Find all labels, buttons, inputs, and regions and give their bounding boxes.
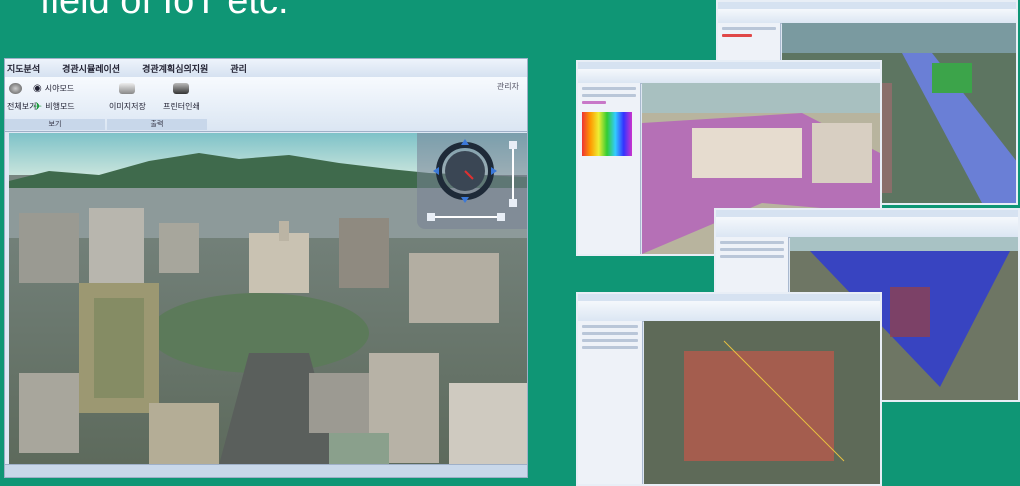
eye-icon: ◉ — [33, 83, 42, 94]
navigation-control[interactable] — [417, 133, 527, 229]
pan-right-icon[interactable] — [491, 167, 497, 175]
zoom-in-icon[interactable] — [509, 141, 517, 149]
3d-map-viewport[interactable] — [9, 133, 527, 465]
tilt-right-icon[interactable] — [497, 213, 505, 221]
group-view-label: 보기 — [5, 119, 105, 130]
sight-mode-button[interactable]: ◉ 시야모드 — [33, 83, 74, 94]
save-image-button[interactable]: 이미지저장 — [109, 83, 146, 112]
print-label: 프린터인쇄 — [163, 102, 200, 111]
save-image-label: 이미지저장 — [109, 102, 146, 111]
gis-main-window: 지도분석 경관시뮬레이션 경관계획심의지원 관리 관리자 전체보기 ◉ 시야모드… — [4, 58, 528, 478]
menu-admin[interactable]: 관리 — [230, 62, 247, 75]
user-label: 관리자 — [496, 82, 519, 91]
sight-mode-label: 시야모드 — [44, 84, 75, 93]
menu-map-analysis[interactable]: 지도분석 — [7, 62, 40, 75]
ribbon-toolbar: 관리자 전체보기 ◉ 시야모드 ✈ 비행모드 이미지저장 프린터인쇄 보기 출력 — [5, 77, 527, 132]
menu-bar: 지도분석 경관시뮬레이션 경관계획심의지원 관리 — [5, 59, 527, 77]
flight-mode-button[interactable]: ✈ 비행모드 — [33, 100, 75, 113]
zoom-out-icon[interactable] — [509, 199, 517, 207]
status-bar — [5, 464, 527, 477]
slide-heading: field of IoT etc. — [40, 0, 289, 22]
plane-icon: ✈ — [33, 100, 43, 113]
color-palette[interactable] — [582, 112, 632, 156]
pan-left-icon[interactable] — [433, 167, 439, 175]
group-output-label: 출력 — [107, 119, 207, 130]
save-image-icon — [119, 83, 136, 94]
pan-down-icon[interactable] — [461, 197, 469, 203]
globe-icon[interactable] — [9, 83, 22, 94]
screenshot-building-height-analysis — [576, 292, 882, 486]
menu-landscape-plan-review[interactable]: 경관계획심의지원 — [142, 62, 208, 75]
tilt-left-icon[interactable] — [427, 213, 435, 221]
printer-icon — [173, 83, 190, 94]
flight-mode-label: 비행모드 — [45, 102, 75, 111]
print-button[interactable]: 프린터인쇄 — [163, 83, 200, 112]
menu-landscape-simulation[interactable]: 경관시뮬레이션 — [62, 62, 120, 75]
pan-up-icon[interactable] — [461, 139, 469, 145]
